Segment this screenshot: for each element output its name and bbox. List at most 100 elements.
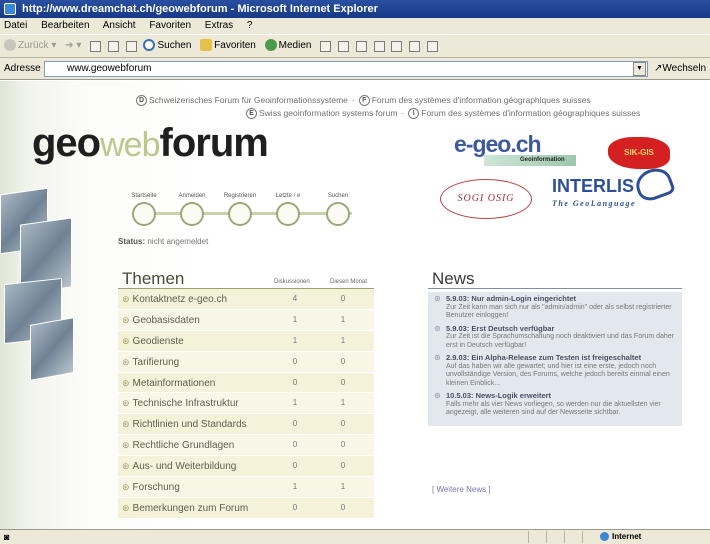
topic-link[interactable]: Technische Infrastruktur xyxy=(122,393,239,414)
media-button[interactable]: Medien xyxy=(264,35,311,57)
news-text: Zur Zeit kann man sich nur als "admin/ad… xyxy=(446,303,672,320)
nav-label: Startseite xyxy=(131,193,157,199)
swiss-map-logo[interactable]: SIK-GIS xyxy=(608,137,670,169)
news-text: Auf das haben wir alle gewartet; und hie… xyxy=(446,362,670,387)
nav-letzte[interactable]: Letzte / e xyxy=(268,193,308,226)
home-icon[interactable] xyxy=(125,40,137,52)
news-headline[interactable]: 10.5.03: News-Logik erweitert xyxy=(446,391,678,401)
messenger-icon[interactable] xyxy=(409,40,421,52)
interlis-subtitle: The GeoLanguage xyxy=(552,199,637,208)
themen-row[interactable]: Kontaktnetz e-geo.ch 4 0 xyxy=(118,289,374,310)
nav-registrieren[interactable]: Registrieren xyxy=(220,193,260,226)
page-icon: ◙ xyxy=(4,532,10,542)
history-icon[interactable] xyxy=(320,40,332,52)
column-header-monat: Diesen Monat xyxy=(330,279,368,285)
month-count: 1 xyxy=(340,398,346,408)
themen-row[interactable]: Metainformationen 0 0 xyxy=(118,372,374,394)
discussion-count: 0 xyxy=(292,461,298,471)
favorites-button[interactable]: Favoriten xyxy=(200,35,256,57)
discussion-count: 1 xyxy=(292,398,298,408)
menu-datei[interactable]: Datei xyxy=(4,20,27,31)
news-text: Falls mehr als vier News vorliegen, so w… xyxy=(446,400,661,417)
research-icon[interactable] xyxy=(426,40,438,52)
browser-window: { "window": {"title": "http://www.dreamc… xyxy=(0,0,710,544)
lang-link-de[interactable]: Schweizerisches Forum für Geoinformation… xyxy=(149,95,348,105)
search-label: Suchen xyxy=(157,40,192,51)
topic-link[interactable]: Metainformationen xyxy=(122,373,216,394)
menu-ansicht[interactable]: Ansicht xyxy=(103,20,136,31)
themen-row[interactable]: Bemerkungen zum Forum 0 0 xyxy=(118,497,374,519)
edit-icon[interactable] xyxy=(373,40,385,52)
lang-link-en[interactable]: Swiss geoinformation systems forum xyxy=(259,108,397,118)
month-count: 0 xyxy=(340,419,346,429)
menu-bearbeiten[interactable]: Bearbeiten xyxy=(41,20,89,31)
stop-icon[interactable] xyxy=(90,40,102,52)
more-news-link[interactable]: [ Weitere News ] xyxy=(432,485,491,494)
topic-link[interactable]: Richtlinien und Standards xyxy=(122,414,247,435)
lang-link-it[interactable]: Forum des systèmes d'information géograp… xyxy=(421,108,640,118)
news-headline[interactable]: 5.9.03: Nur admin-Login eingerichtet xyxy=(446,294,678,304)
topic-link[interactable]: Forschung xyxy=(122,477,180,498)
address-dropdown-icon[interactable]: ▼ xyxy=(633,62,646,76)
themen-row[interactable]: Aus- und Weiterbildung 0 0 xyxy=(118,456,374,478)
go-button[interactable]: ↗Wechseln xyxy=(654,58,706,80)
menu-favoriten[interactable]: Favoriten xyxy=(149,20,191,31)
discussion-count: 0 xyxy=(292,502,298,512)
news-headline[interactable]: 2.9.03: Ein Alpha-Release zum Testen ist… xyxy=(446,353,678,363)
themen-row[interactable]: Richtlinien und Standards 0 0 xyxy=(118,414,374,436)
topic-link[interactable]: Tarifierung xyxy=(122,352,180,373)
nav-startseite[interactable]: Startseite xyxy=(124,193,164,226)
nav-suchen[interactable]: Suchen xyxy=(318,193,358,226)
topic-link[interactable]: Aus- und Weiterbildung xyxy=(122,456,237,477)
month-count: 1 xyxy=(340,335,346,345)
refresh-icon[interactable] xyxy=(107,40,119,52)
themen-row[interactable]: Geobasisdaten 1 1 xyxy=(118,309,374,331)
search-button[interactable]: Suchen xyxy=(143,35,191,57)
lang-link-fr[interactable]: Forum des systèmes d'information géograp… xyxy=(372,95,591,105)
menu-extras[interactable]: Extras xyxy=(205,20,233,31)
login-icon xyxy=(180,202,204,226)
themen-title: Themen xyxy=(122,269,185,288)
topic-link[interactable]: Geobasisdaten xyxy=(122,310,200,331)
lang-e-icon: E xyxy=(246,108,257,120)
news-headline[interactable]: 5.9.03: Erst Deutsch verfügbar xyxy=(446,324,678,334)
page-content: D Schweizerisches Forum für Geoinformatio… xyxy=(0,81,710,529)
menu-help[interactable]: ? xyxy=(247,20,253,31)
topic-link[interactable]: Kontaktnetz e-geo.ch xyxy=(122,289,228,310)
site-navigation: Startseite Anmelden Registrieren Letzte … xyxy=(118,193,363,229)
month-count: 1 xyxy=(340,314,346,324)
partner-logos: e-geo.ch Geoinformation SIK-GIS SOGI OSIG… xyxy=(440,131,680,231)
media-icon xyxy=(264,39,277,52)
themen-row[interactable]: Forschung 1 1 xyxy=(118,477,374,498)
themen-row[interactable]: Rechtliche Grundlagen 0 0 xyxy=(118,435,374,457)
back-label: Zurück xyxy=(18,40,49,51)
themen-row[interactable]: Tarifierung 0 0 xyxy=(118,351,374,373)
interlis-logo[interactable]: INTERLIS The GeoLanguage xyxy=(552,163,677,219)
topic-link[interactable]: Bemerkungen zum Forum xyxy=(122,498,249,519)
news-box: 5.9.03: Nur admin-Login eingerichtetZur … xyxy=(428,292,682,426)
discuss-icon[interactable] xyxy=(391,40,403,52)
discussion-count: 0 xyxy=(292,377,298,387)
logo-part-geo: geo xyxy=(32,121,101,165)
forward-button[interactable]: ➔ ▾ xyxy=(65,35,81,57)
back-button[interactable]: Zurück ▾ xyxy=(4,35,56,57)
login-status: Status: nicht angemeldet xyxy=(118,237,208,246)
month-count: 0 xyxy=(340,461,346,471)
month-count: 0 xyxy=(340,356,346,366)
nav-label: Suchen xyxy=(327,193,349,199)
egeo-logo[interactable]: e-geo.ch Geoinformation xyxy=(454,131,576,167)
favorites-label: Favoriten xyxy=(214,40,256,51)
discussion-count: 1 xyxy=(292,314,298,324)
print-icon[interactable] xyxy=(355,40,367,52)
sogi-osig-logo[interactable]: SOGI OSIG xyxy=(440,179,532,219)
nav-label: e xyxy=(297,193,301,199)
address-input[interactable]: www.geowebforum xyxy=(44,61,648,77)
themen-row[interactable]: Technische Infrastruktur 1 1 xyxy=(118,393,374,415)
topic-link[interactable]: Rechtliche Grundlagen xyxy=(122,435,235,456)
discussion-count: 1 xyxy=(292,482,298,492)
mail-icon[interactable] xyxy=(338,40,350,52)
topic-link[interactable]: Geodienste xyxy=(122,331,184,352)
themen-row[interactable]: Geodienste 1 1 xyxy=(118,330,374,352)
ie-logo-icon xyxy=(4,3,16,15)
nav-anmelden[interactable]: Anmelden xyxy=(172,193,212,226)
